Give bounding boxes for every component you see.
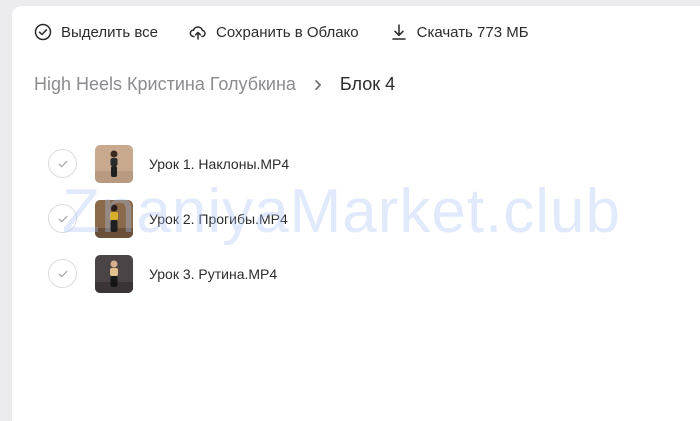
download-button[interactable]: Скачать 773 МБ <box>390 23 529 41</box>
cloud-upload-icon <box>189 26 206 40</box>
select-all-label: Выделить все <box>61 23 159 41</box>
select-checkbox[interactable] <box>48 149 77 178</box>
select-checkbox[interactable] <box>48 204 77 233</box>
checkmark-icon <box>58 270 67 277</box>
save-to-cloud-button[interactable]: Сохранить в Облако <box>189 23 359 41</box>
download-icon <box>391 24 406 40</box>
check-circle-icon <box>34 23 52 41</box>
video-thumbnail[interactable] <box>95 254 133 293</box>
file-name[interactable]: Урок 1. Наклоны.MP4 <box>149 156 289 172</box>
breadcrumb-current: Блок 4 <box>339 74 396 94</box>
select-checkbox[interactable] <box>48 259 77 288</box>
video-thumbnail[interactable] <box>95 199 133 238</box>
breadcrumb-parent-link[interactable]: High Heels Кристина Голубкина <box>34 74 296 95</box>
chevron-right-icon <box>312 79 324 91</box>
toolbar: Выделить все Сохранить в Облако Скачать … <box>34 23 560 41</box>
file-panel: Выделить все Сохранить в Облако Скачать … <box>12 6 700 421</box>
file-name[interactable]: Урок 3. Рутина.MP4 <box>149 266 277 282</box>
file-name[interactable]: Урок 2. Прогибы.MP4 <box>149 211 288 227</box>
video-thumbnail[interactable] <box>95 144 133 183</box>
file-row[interactable]: Урок 1. Наклоны.MP4 <box>48 136 289 191</box>
save-to-cloud-label: Сохранить в Облако <box>216 23 359 41</box>
select-all-button[interactable]: Выделить все <box>34 23 158 41</box>
file-row[interactable]: Урок 3. Рутина.MP4 <box>48 246 289 301</box>
checkmark-icon <box>58 160 67 167</box>
checkmark-icon <box>58 215 67 222</box>
breadcrumb: High Heels Кристина Голубкина Блок 4 <box>34 74 395 95</box>
file-list: Урок 1. Наклоны.MP4 Урок 2. Прогибы.MP4 <box>48 136 289 301</box>
file-row[interactable]: Урок 2. Прогибы.MP4 <box>48 191 289 246</box>
download-label: Скачать 773 МБ <box>416 23 529 41</box>
